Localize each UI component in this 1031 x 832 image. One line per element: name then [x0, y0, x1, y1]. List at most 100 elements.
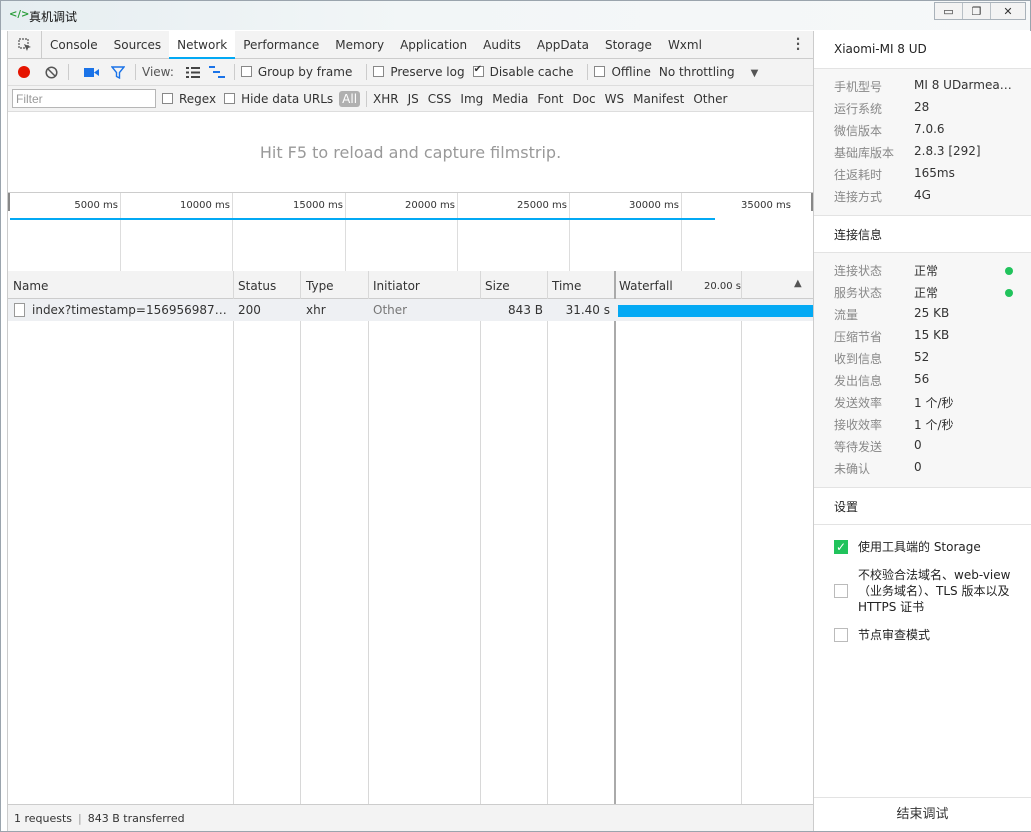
header-type[interactable]: Type [306, 279, 334, 293]
info-key: 连接方式 [834, 190, 883, 204]
table-row[interactable]: index?timestamp=1569569872&sa... 200 xhr… [8, 299, 814, 321]
filter-media[interactable]: Media [492, 92, 528, 106]
setting-node-inspect-mode[interactable]: 节点审查模式 [814, 627, 1031, 643]
filter-button[interactable] [107, 61, 129, 83]
group-by-frame-checkbox[interactable] [240, 66, 252, 77]
throttling-value: No throttling [658, 65, 735, 79]
filter-doc[interactable]: Doc [572, 92, 595, 106]
tab-performance[interactable]: Performance [235, 31, 327, 59]
divider [587, 64, 589, 80]
filter-all-button[interactable]: All [339, 90, 361, 107]
tab-sources[interactable]: Sources [106, 31, 169, 59]
conn-row-sent: 发出信息 56 [814, 369, 1031, 391]
info-value: 0 [914, 460, 922, 474]
tab-memory[interactable]: Memory [327, 31, 392, 59]
row-status: 200 [238, 303, 261, 317]
connection-section-title: 连接信息 [814, 215, 1031, 253]
restore-button[interactable]: ❐ [963, 3, 991, 19]
header-size[interactable]: Size [485, 279, 510, 293]
info-row-rtt: 往返耗时 165ms [814, 163, 1031, 185]
row-name[interactable]: index?timestamp=1569569872&sa... [32, 303, 230, 317]
filter-img[interactable]: Img [460, 92, 483, 106]
filter-css[interactable]: CSS [428, 92, 452, 106]
info-value: 4G [914, 188, 931, 202]
devtools-tabbar: Console Sources Network Performance Memo… [8, 30, 813, 59]
requests-table: Name Status Type Initiator Size Time Wat… [8, 271, 814, 805]
setting-label: 不校验合法域名、web-view（业务域名）、TLS 版本以及 HTTPS 证书 [858, 568, 1011, 614]
setting-skip-domain-check[interactable]: 不校验合法域名、web-view（业务域名）、TLS 版本以及 HTTPS 证书 [814, 567, 1031, 615]
info-row-os: 运行系统 28 [814, 97, 1031, 119]
info-value: 1 个/秒 [914, 396, 954, 410]
preserve-log-option[interactable]: Preserve log [373, 65, 465, 79]
filter-input[interactable] [12, 89, 156, 108]
tab-application[interactable]: Application [392, 31, 475, 59]
overview-left-handle[interactable] [8, 193, 10, 211]
capture-screenshots-button[interactable] [80, 61, 102, 83]
filter-font[interactable]: Font [537, 92, 563, 106]
info-value: 28 [914, 100, 930, 114]
header-waterfall[interactable]: Waterfall [619, 279, 673, 293]
tab-console[interactable]: Console [42, 31, 106, 59]
overview-gridline [681, 193, 682, 275]
settings-section-title: 设置 [814, 487, 1031, 525]
header-status[interactable]: Status [238, 279, 276, 293]
sort-ascending-icon[interactable]: ▲ [794, 278, 802, 289]
header-time[interactable]: Time [552, 279, 581, 293]
setting-checkbox[interactable] [834, 628, 848, 642]
header-initiator[interactable]: Initiator [373, 279, 420, 293]
tab-appdata[interactable]: AppData [529, 31, 597, 59]
info-key: 接收效率 [834, 418, 883, 432]
list-icon [185, 66, 200, 78]
disable-cache-checkbox[interactable] [472, 64, 484, 77]
tab-storage[interactable]: Storage [597, 31, 660, 59]
overview-gridline [120, 193, 121, 275]
timeline-overview[interactable]: 5000 ms 10000 ms 15000 ms 20000 ms 25000… [8, 193, 813, 275]
close-button[interactable]: ✕ [991, 3, 1025, 19]
minimize-button[interactable]: ▭ [935, 3, 963, 19]
status-ok-icon [1005, 289, 1013, 297]
info-value: MI 8 UDarmeabi... [914, 78, 1014, 92]
more-options-icon[interactable]: · · · [791, 33, 805, 55]
header-name[interactable]: Name [13, 279, 48, 293]
info-key: 连接状态 [834, 264, 883, 278]
offline-option[interactable]: Offline [594, 65, 651, 79]
large-rows-button[interactable] [182, 61, 204, 83]
divider [135, 64, 136, 80]
preserve-log-checkbox[interactable] [373, 66, 385, 77]
filter-xhr[interactable]: XHR [373, 92, 399, 106]
info-key: 微信版本 [834, 124, 883, 138]
offline-checkbox[interactable] [594, 66, 606, 77]
setting-use-tool-storage[interactable]: 使用工具端的 Storage [814, 539, 1031, 555]
info-key: 运行系统 [834, 102, 883, 116]
status-bar: 1 requests | 843 B transferred [8, 804, 814, 831]
setting-checkbox[interactable] [834, 584, 848, 598]
inspect-element-icon[interactable] [8, 30, 42, 59]
clear-button[interactable] [40, 61, 62, 83]
setting-checkbox[interactable] [834, 539, 848, 555]
tab-wxml[interactable]: Wxml [660, 31, 710, 59]
disable-cache-option[interactable]: Disable cache [472, 64, 573, 79]
record-button[interactable] [13, 61, 35, 83]
info-value: 0 [914, 438, 922, 452]
hide-data-urls-checkbox[interactable] [224, 92, 236, 104]
throttling-select[interactable]: No throttling ▼ [659, 65, 758, 79]
hide-data-urls-option[interactable]: Hide data URLs [224, 92, 333, 106]
info-key: 发送效率 [834, 396, 883, 410]
conn-row-service: 服务状态 正常 [814, 281, 1031, 303]
filter-ws[interactable]: WS [605, 92, 624, 106]
overview-tick-label: 20000 ms [405, 200, 455, 211]
regex-checkbox[interactable] [162, 92, 173, 104]
filter-js[interactable]: JS [408, 92, 419, 106]
overview-gridline [345, 193, 346, 275]
group-by-frame-option[interactable]: Group by frame [240, 65, 352, 79]
filter-manifest[interactable]: Manifest [633, 92, 684, 106]
row-initiator: Other [373, 303, 408, 317]
network-toolbar: View: Group by frame Preserve log Disabl… [8, 59, 813, 86]
filter-other[interactable]: Other [693, 92, 727, 106]
tab-audits[interactable]: Audits [475, 31, 529, 59]
end-debug-button[interactable]: 结束调试 [814, 797, 1031, 831]
overview-button[interactable] [206, 61, 228, 83]
setting-label: 使用工具端的 Storage [858, 540, 981, 554]
tab-network[interactable]: Network [169, 30, 236, 59]
regex-option[interactable]: Regex [162, 92, 216, 106]
